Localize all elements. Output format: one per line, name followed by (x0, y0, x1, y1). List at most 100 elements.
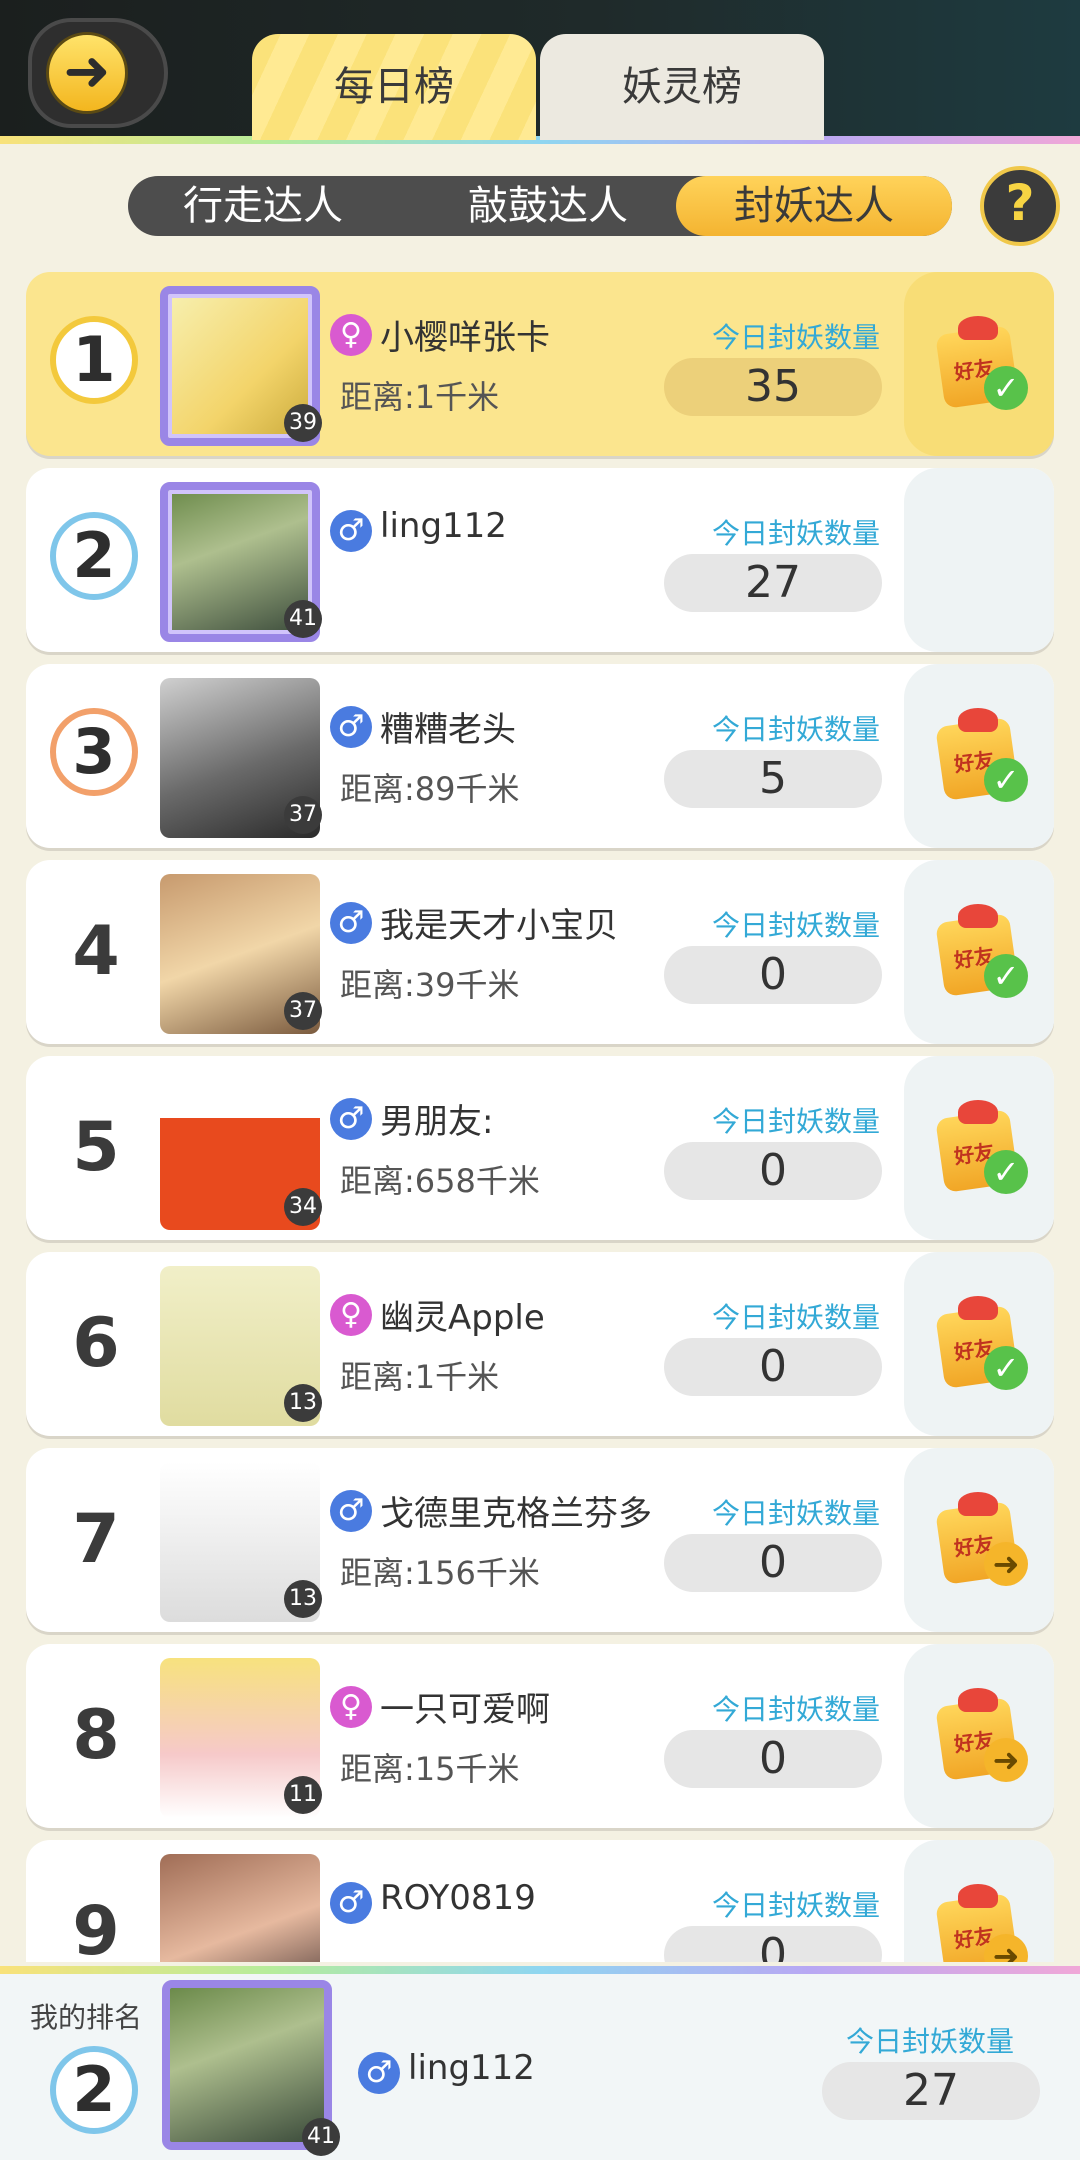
rank-number: 8 (72, 1696, 120, 1775)
male-icon: ♂ (330, 510, 372, 552)
friend-added-button[interactable]: 好友 ✓ (934, 316, 1028, 412)
tab-sealing[interactable]: 封妖达人 (676, 176, 952, 236)
username: ROY0819 (380, 1878, 536, 1918)
username: 我是天才小宝贝 (380, 906, 618, 946)
level-badge: 13 (284, 1384, 322, 1422)
username: 男朋友: (380, 1102, 494, 1142)
bottom-divider (0, 1966, 1080, 1974)
arrow-left-icon: ➜ (46, 32, 128, 114)
checkmark-icon: ✓ (984, 366, 1028, 410)
female-icon: ♀ (330, 314, 372, 356)
arrow-right-icon: ➜ (984, 1542, 1028, 1586)
male-icon: ♂ (358, 2052, 400, 2094)
table-row[interactable]: 7 13 ♂ 戈德里克格兰芬多 距离:156千米 今日封妖数量 0 好友 ➜ (26, 1448, 1054, 1632)
count-value: 0 (664, 1338, 882, 1396)
tab-drumming[interactable]: 敲鼓达人 (428, 176, 668, 236)
female-icon: ♀ (330, 1686, 372, 1728)
username: ling112 (380, 506, 507, 546)
checkmark-icon: ✓ (984, 758, 1028, 802)
my-count-value: 27 (822, 2062, 1040, 2120)
tab-daily[interactable]: 每日榜 (252, 34, 536, 140)
checkmark-icon: ✓ (984, 954, 1028, 998)
rank-number: 9 (72, 1892, 120, 1962)
gift-bow-icon (958, 1296, 998, 1320)
username: 戈德里克格兰芬多 (380, 1494, 652, 1534)
friend-added-button[interactable]: 好友 ✓ (934, 708, 1028, 804)
my-username: ling112 (408, 2048, 535, 2088)
male-icon: ♂ (330, 1882, 372, 1924)
distance: 距离:156千米 (340, 1554, 540, 1592)
count-label: 今日封妖数量 (711, 1497, 880, 1530)
count-label: 今日封妖数量 (711, 321, 880, 354)
username: 一只可爱啊 (380, 1690, 550, 1730)
count-label: 今日封妖数量 (711, 1889, 880, 1922)
help-button[interactable]: ? (980, 166, 1060, 246)
username: 糟糟老头 (380, 710, 516, 750)
count-value: 27 (664, 554, 882, 612)
add-friend-button[interactable]: 好友 ➜ (934, 1492, 1028, 1588)
gift-bow-icon (958, 1100, 998, 1124)
table-row[interactable]: 8 11 ♀ 一只可爱啊 距离:15千米 今日封妖数量 0 好友 ➜ (26, 1644, 1054, 1828)
row-action-panel (904, 468, 1054, 652)
male-icon: ♂ (330, 1490, 372, 1532)
gift-bow-icon (958, 708, 998, 732)
level-badge: 34 (284, 1188, 322, 1226)
my-ranking-label: 我的排名 (30, 2001, 143, 2034)
distance: 距离:15千米 (340, 1750, 520, 1788)
count-value: 0 (664, 946, 882, 1004)
category-tabs: 行走达人 敲鼓达人 封妖达人 (128, 176, 952, 236)
count-value: 0 (664, 1142, 882, 1200)
table-row[interactable]: 6 13 ♀ 幽灵Apple 距离:1千米 今日封妖数量 0 好友 ✓ (26, 1252, 1054, 1436)
add-friend-button[interactable]: 好友 ➜ (934, 1688, 1028, 1784)
count-label: 今日封妖数量 (711, 1301, 880, 1334)
count-label: 今日封妖数量 (711, 1105, 880, 1138)
count-label: 今日封妖数量 (711, 713, 880, 746)
female-icon: ♀ (330, 1294, 372, 1336)
my-count-label: 今日封妖数量 (845, 2025, 1014, 2058)
back-button[interactable]: ➜ (28, 18, 168, 128)
rank-number: 7 (72, 1500, 120, 1579)
rank-medal: 1 (50, 316, 138, 404)
my-ranking-bar: 我的排名 2 41 ♂ ling112 今日封妖数量 27 (0, 1966, 1080, 2160)
level-badge: 37 (284, 992, 322, 1030)
gift-bow-icon (958, 1492, 998, 1516)
friend-added-button[interactable]: 好友 ✓ (934, 1296, 1028, 1392)
level-badge: 37 (284, 796, 322, 834)
gift-bow-icon (958, 1688, 998, 1712)
tab-spirit[interactable]: 妖灵榜 (540, 34, 824, 140)
friend-added-button[interactable]: 好友 ✓ (934, 1100, 1028, 1196)
count-value: 35 (664, 358, 882, 416)
level-badge: 41 (284, 600, 322, 638)
male-icon: ♂ (330, 902, 372, 944)
gift-bow-icon (958, 316, 998, 340)
table-row[interactable]: 1 39 ♀ 小樱咩张卡 距离:1千米 今日封妖数量 35 好友 ✓ (26, 272, 1054, 456)
rank-number: 4 (72, 912, 120, 991)
question-icon: ? (1005, 174, 1035, 232)
table-row[interactable]: 3 37 ♂ 糟糟老头距离:89千米 今日封妖数量 5 好友 ✓ (26, 664, 1054, 848)
male-icon: ♂ (330, 706, 372, 748)
distance: 距离:1千米 (340, 1358, 500, 1396)
count-label: 今日封妖数量 (711, 517, 880, 550)
table-row[interactable]: 5 34 ♂ 男朋友: 距离:658千米 今日封妖数量 0 好友 ✓ (26, 1056, 1054, 1240)
table-row[interactable]: 4 37 ♂ 我是天才小宝贝 距离:39千米 今日封妖数量 0 好友 ✓ (26, 860, 1054, 1044)
rank-medal: 3 (50, 708, 138, 796)
count-value: 0 (664, 1730, 882, 1788)
friend-added-button[interactable]: 好友 ✓ (934, 904, 1028, 1000)
gift-bow-icon (958, 904, 998, 928)
tab-walking[interactable]: 行走达人 (148, 176, 378, 236)
rank-number: 5 (72, 1108, 120, 1187)
avatar[interactable] (160, 1854, 320, 1962)
add-friend-button[interactable]: 好友 ➜ (934, 1884, 1028, 1962)
username: 小樱咩张卡 (380, 318, 550, 358)
count-value: 5 (664, 750, 882, 808)
checkmark-icon: ✓ (984, 1346, 1028, 1390)
ranking-list[interactable]: 1 39 ♀ 小樱咩张卡 距离:1千米 今日封妖数量 35 好友 ✓ 2 41 ♂ ling112 今日封… (26, 272, 1054, 1962)
distance: 距离:1千米 (340, 378, 500, 416)
table-row[interactable]: 2 41 ♂ ling112 今日封妖数量 27 (26, 468, 1054, 652)
table-row[interactable]: 9 ♂ ROY0819 今日封妖数量 0 好友 ➜ (26, 1840, 1054, 1962)
my-level-badge: 41 (302, 2118, 340, 2156)
count-label: 今日封妖数量 (711, 909, 880, 942)
level-badge: 11 (284, 1776, 322, 1814)
my-rank-badge: 2 (50, 2046, 138, 2134)
distance: 距离:89千米 (340, 770, 520, 808)
